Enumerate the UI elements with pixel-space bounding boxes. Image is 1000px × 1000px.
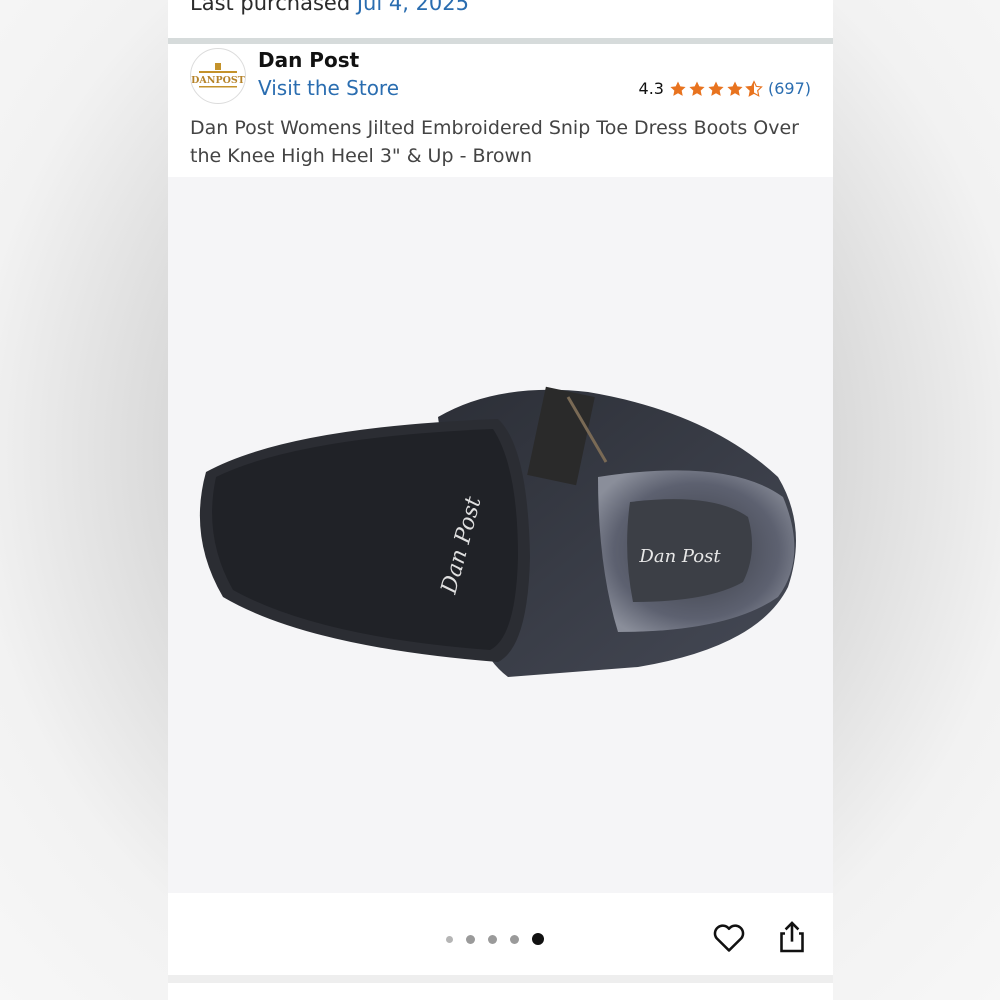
star-full-icon [708, 81, 724, 96]
boot-sole-image: Dan Post Dan Post [199, 386, 796, 677]
brand-logo[interactable]: DANPOST [190, 48, 246, 104]
svg-text:DANPOST: DANPOST [191, 75, 245, 86]
section-divider [168, 975, 833, 983]
last-purchased: Last purchased Jul 4, 2025 [190, 0, 469, 15]
last-purchased-date[interactable]: Jul 4, 2025 [357, 0, 469, 15]
carousel-dot[interactable] [488, 934, 497, 944]
share-icon [780, 921, 804, 953]
rating-count[interactable]: (697) [768, 79, 811, 98]
brand-row: DANPOST Dan Post Visit the Store 4.3 (69… [168, 44, 833, 174]
image-carousel-bar [168, 893, 833, 975]
star-half-icon [745, 79, 763, 97]
carousel-dot[interactable] [466, 934, 475, 944]
dan-post-logo-icon: DANPOST [191, 63, 245, 88]
star-rating-icons [669, 79, 763, 98]
product-title: Dan Post Womens Jilted Embroidered Snip … [190, 117, 799, 167]
share-button[interactable] [778, 920, 806, 958]
last-purchased-label: Last purchased [190, 0, 351, 15]
rating-summary[interactable]: 4.3 (697) [639, 79, 811, 98]
star-full-icon [689, 81, 705, 96]
product-page: Last purchased Jul 4, 2025 DANPOST Dan P… [168, 0, 833, 1000]
brand-name[interactable]: Dan Post [258, 48, 359, 72]
product-image[interactable]: Dan Post Dan Post [168, 177, 833, 893]
rating-value: 4.3 [638, 79, 664, 98]
favorite-button[interactable] [712, 921, 746, 957]
visit-store-link[interactable]: Visit the Store [258, 76, 399, 100]
star-full-icon [670, 81, 686, 96]
carousel-dot[interactable] [446, 935, 453, 943]
carousel-dots[interactable] [446, 933, 544, 945]
heart-icon [713, 924, 745, 952]
star-full-icon [727, 81, 743, 96]
svg-text:Dan Post: Dan Post [638, 546, 721, 567]
carousel-dot[interactable] [510, 934, 519, 944]
carousel-dot-active[interactable] [532, 933, 544, 945]
